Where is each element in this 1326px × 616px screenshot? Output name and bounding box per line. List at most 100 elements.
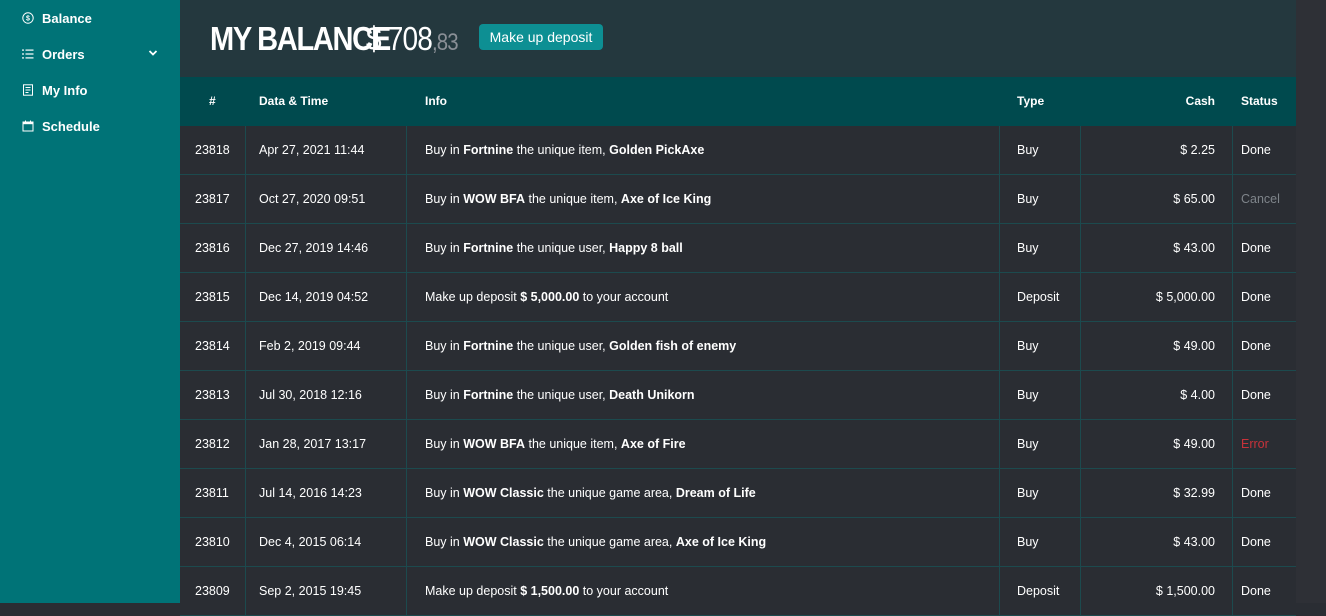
table-row[interactable]: 23815 Dec 14, 2019 04:52 Make up deposit $… [180, 273, 1296, 322]
info-highlight: Golden fish of enemy [609, 339, 737, 353]
cell-datetime: Apr 27, 2021 11:44 [259, 143, 365, 157]
info-text: Buy in [425, 339, 464, 353]
column-divider [1232, 518, 1233, 566]
cell-datetime: Jul 14, 2016 14:23 [259, 486, 362, 500]
cell-type: Buy [1017, 339, 1039, 353]
column-divider [999, 518, 1000, 566]
table-row[interactable]: 23818 Apr 27, 2021 11:44 Buy in Fortnine t… [180, 126, 1296, 175]
info-text: Buy in [425, 535, 464, 549]
info-highlight: $ 1,500.00 [520, 584, 580, 598]
info-highlight: Golden PickAxe [609, 143, 705, 157]
cell-cash: $ 43.00 [1173, 241, 1215, 255]
info-text: Buy in [425, 143, 464, 157]
info-highlight: Fortnine [463, 241, 514, 255]
column-divider [406, 469, 407, 517]
info-highlight: WOW BFA [463, 192, 526, 206]
info-text: Buy in [425, 486, 464, 500]
info-text: the unique item, [513, 143, 610, 157]
column-header-type[interactable]: Type [1017, 77, 1044, 126]
column-divider [245, 126, 246, 174]
cell-info: Buy in Fortnine the unique item, Golden … [425, 126, 704, 174]
cell-datetime: Dec 27, 2019 14:46 [259, 241, 369, 255]
sidebar-item-schedule[interactable]: Schedule [22, 116, 164, 136]
balance-amount: $ 708,83 [366, 20, 459, 58]
cell-cash: $ 2.25 [1180, 143, 1215, 157]
cell-id: 23814 [195, 339, 230, 353]
column-divider [1232, 273, 1233, 321]
info-text: to your account [579, 584, 669, 598]
cell-info: Buy in Fortnine the unique user, Death U… [425, 371, 695, 419]
column-header-info[interactable]: Info [425, 77, 447, 126]
cell-status: Cancel [1241, 192, 1280, 206]
column-divider [406, 567, 407, 615]
info-highlight: Dream of Life [675, 486, 756, 500]
table-row[interactable]: 23813 Jul 30, 2018 12:16 Buy in Fortnine t… [180, 371, 1296, 420]
chevron-down-icon[interactable] [148, 48, 158, 58]
info-text: Buy in [425, 241, 464, 255]
cell-type: Deposit [1017, 584, 1060, 598]
info-highlight: Happy 8 ball [609, 241, 683, 255]
cell-info: Buy in WOW Classic the unique game area,… [425, 518, 766, 566]
cell-cash: $ 1,500.00 [1155, 584, 1215, 598]
cell-status: Done [1241, 584, 1271, 598]
cell-datetime: Jan 28, 2017 13:17 [259, 437, 367, 451]
sidebar: $ Balance Orders My Info Schedule [0, 0, 180, 603]
sidebar-item-label: My Info [42, 82, 88, 98]
cell-id: 23817 [195, 192, 230, 206]
column-divider [1232, 371, 1233, 419]
table-row[interactable]: 23811 Jul 14, 2016 14:23 Buy in WOW Classi… [180, 469, 1296, 518]
column-divider [245, 567, 246, 615]
column-header-status[interactable]: Status [1241, 77, 1278, 126]
cell-status: Done [1241, 290, 1271, 304]
table-row[interactable]: 23812 Jan 28, 2017 13:17 Buy in WOW BFA th… [180, 420, 1296, 469]
column-divider [406, 518, 407, 566]
column-divider [406, 175, 407, 223]
column-divider [1080, 224, 1081, 272]
info-text: to your account [579, 290, 669, 304]
info-text: the unique item, [525, 437, 621, 451]
sidebar-item-balance[interactable]: $ Balance [22, 8, 164, 28]
column-divider [245, 322, 246, 370]
info-highlight: Axe of Ice King [675, 535, 767, 549]
column-divider [406, 126, 407, 174]
cell-cash: $ 49.00 [1173, 339, 1215, 353]
column-divider [245, 469, 246, 517]
column-header-id[interactable]: # [209, 77, 216, 126]
column-header-cash[interactable]: Cash [1186, 77, 1215, 126]
table-row[interactable]: 23816 Dec 27, 2019 14:46 Buy in Fortnine t… [180, 224, 1296, 273]
column-divider [245, 420, 246, 468]
cell-info: Buy in WOW BFA the unique item, Axe of F… [425, 420, 686, 468]
column-divider [999, 322, 1000, 370]
table-row[interactable]: 23817 Oct 27, 2020 09:51 Buy in WOW BFA th… [180, 175, 1296, 224]
cell-status: Done [1241, 535, 1271, 549]
column-divider [1080, 518, 1081, 566]
cell-type: Buy [1017, 143, 1039, 157]
info-highlight: Fortnine [463, 388, 514, 402]
cell-cash: $ 43.00 [1173, 535, 1215, 549]
cell-datetime: Dec 14, 2019 04:52 [259, 290, 369, 304]
column-header-datetime[interactable]: Data & Time [259, 77, 328, 126]
column-divider [406, 322, 407, 370]
table-row[interactable]: 23810 Dec 4, 2015 06:14 Buy in WOW Classic… [180, 518, 1296, 567]
table-row[interactable]: 23809 Sep 2, 2015 19:45 Make up deposit $ … [180, 567, 1296, 616]
page-title: MY BALANCE [210, 20, 391, 57]
balance-header: MY BALANCE $ 708,83 Make up deposit [180, 0, 1296, 77]
table-row[interactable]: 23814 Feb 2, 2019 09:44 Buy in Fortnine th… [180, 322, 1296, 371]
cell-type: Buy [1017, 388, 1039, 402]
info-text: the unique user, [513, 388, 610, 402]
cell-id: 23816 [195, 241, 230, 255]
make-up-deposit-button[interactable]: Make up deposit [479, 24, 603, 50]
sidebar-item-orders[interactable]: Orders [22, 44, 164, 64]
table-header: # Data & Time Info Type Cash Status [180, 77, 1296, 126]
sidebar-item-my-info[interactable]: My Info [22, 80, 164, 100]
cell-cash: $ 65.00 [1173, 192, 1215, 206]
info-text: Buy in [425, 437, 464, 451]
sidebar-item-label: Orders [42, 46, 85, 62]
cell-status: Done [1241, 339, 1271, 353]
cell-datetime: Jul 30, 2018 12:16 [259, 388, 362, 402]
cell-cash: $ 49.00 [1173, 437, 1215, 451]
info-text: the unique user, [513, 241, 610, 255]
info-text: Buy in [425, 192, 464, 206]
balance-amount-cents: ,83 [431, 29, 459, 56]
column-divider [1080, 469, 1081, 517]
